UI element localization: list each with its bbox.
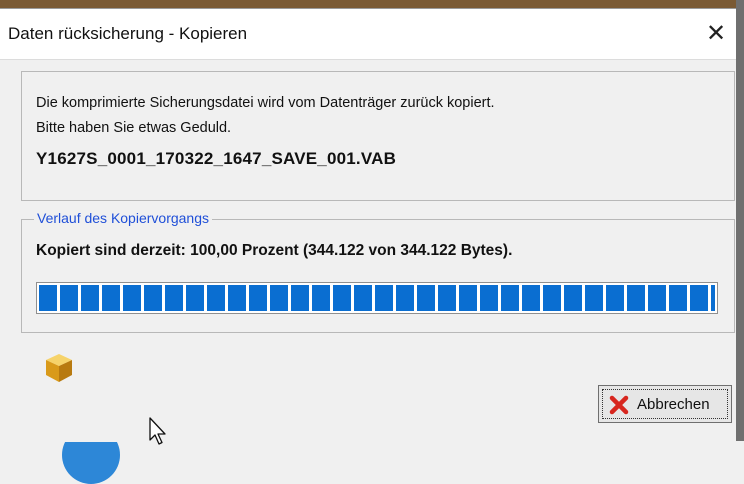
mouse-pointer-icon <box>149 417 166 445</box>
cancel-button-label: Abbrechen <box>637 396 710 413</box>
backup-filename: Y1627S_0001_170322_1647_SAVE_001.VAB <box>36 149 397 168</box>
background-strip-top <box>0 0 744 8</box>
progress-status-text: Kopiert sind derzeit: 100,00 Prozent (34… <box>36 242 513 259</box>
info-text-line1: Die komprimierte Sicherungsdatei wird vo… <box>36 95 495 111</box>
progress-bar-fill <box>39 285 715 311</box>
progress-bar <box>36 282 718 314</box>
copy-dialog-window: Daten rücksicherung - Kopieren ✕ Die kom… <box>0 8 736 445</box>
progress-group-legend: Verlauf des Kopiervorgangs <box>34 210 212 226</box>
close-button[interactable]: ✕ <box>696 9 736 59</box>
cancel-button[interactable]: Abbrechen <box>598 385 732 423</box>
red-x-icon <box>609 395 629 415</box>
info-panel: Die komprimierte Sicherungsdatei wird vo… <box>21 71 735 201</box>
window-title: Daten rücksicherung - Kopieren <box>8 24 248 43</box>
info-text-line2: Bitte haben Sie etwas Geduld. <box>36 120 232 136</box>
title-bar[interactable]: Daten rücksicherung - Kopieren ✕ <box>0 9 736 60</box>
package-cube-icon <box>46 354 72 382</box>
background-strip-right <box>736 0 744 441</box>
progress-group: Verlauf des Kopiervorgangs Kopiert sind … <box>21 210 735 333</box>
